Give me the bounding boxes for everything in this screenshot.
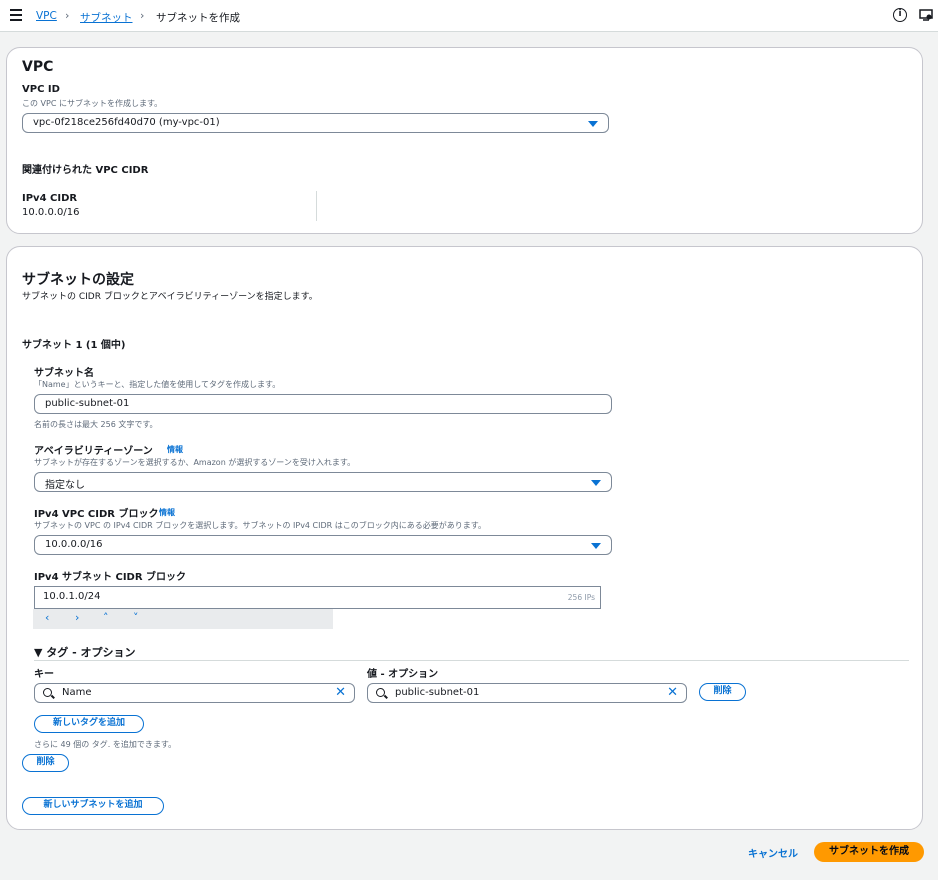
vpc-cidr-block-description: サブネットの VPC の IPv4 CIDR ブロックを選択します。サブネットの… [34,521,486,530]
caret-down-icon [591,543,601,549]
tag-value-value: public-subnet-01 [395,687,480,698]
notifications-icon[interactable] [919,8,933,22]
az-label: アベイラビリティーゾーン [34,446,153,457]
subnet-settings-description: サブネットの CIDR ブロックとアベイラビリティーゾーンを指定します。 [22,292,318,302]
top-navigation: VPC › サブネット › サブネットを作成 i [0,0,938,32]
breadcrumb-current: サブネットを作成 [156,12,240,24]
clear-icon[interactable]: ✕ [335,685,346,700]
remove-tag-button[interactable]: 削除 [699,683,746,701]
caret-down-icon [591,480,601,486]
vpc-id-value: vpc-0f218ce256fd40d70 (my-vpc-01) [33,117,220,128]
search-icon [43,688,52,697]
subnet-cidr-ip-count: 256 IPs [567,593,595,602]
tags-toggle[interactable]: ▼ タグ - オプション [34,644,136,660]
clear-icon[interactable]: ✕ [667,685,678,700]
tag-key-input[interactable]: Name ✕ [34,683,355,703]
az-info-link[interactable]: 情報 [167,444,183,455]
cancel-button[interactable]: キャンセル [748,845,798,860]
vpc-cidr-info-link[interactable]: 情報 [159,507,175,518]
az-select[interactable]: 指定なし [34,472,612,492]
chevron-right-icon: › [140,9,145,22]
column-divider [316,191,317,221]
cidr-stepper-bar: ‹ › ˄ ˅ [33,609,333,629]
breadcrumb-vpc[interactable]: VPC [36,10,57,22]
subnet-1-heading: サブネット 1 (1 個中) [22,340,126,351]
subnet-name-input[interactable]: public-subnet-01 [34,394,612,414]
tag-key-label: キー [34,669,54,680]
search-icon [376,688,385,697]
vpc-panel: VPC VPC ID この VPC にサブネットを作成します。 vpc-0f21… [6,47,923,234]
ipv4-cidr-value: 10.0.0.0/16 [22,207,80,218]
add-tag-button[interactable]: 新しいタグを追加 [34,715,144,733]
subnet-name-description: 「Name」というキーと、指定した値を使用してタグを作成します。 [34,380,281,389]
vpc-cidr-block-label: IPv4 VPC CIDR ブロック [34,509,159,520]
subnet-cidr-label: IPv4 サブネット CIDR ブロック [34,572,187,583]
subnet-settings-panel: サブネットの設定 サブネットの CIDR ブロックとアベイラビリティーゾーンを指… [6,246,923,830]
tag-key-value: Name [62,687,92,698]
add-subnet-button[interactable]: 新しいサブネットを追加 [22,797,164,815]
remove-subnet-button[interactable]: 削除 [22,754,69,772]
tag-value-label: 値 - オプション [367,669,439,680]
caret-down-icon [588,121,598,127]
step-right-icon[interactable]: › [75,611,79,624]
breadcrumb-subnets[interactable]: サブネット [80,10,133,25]
subnet-name-label: サブネット名 [34,368,94,379]
step-up-icon[interactable]: ˄ [103,611,109,624]
vpc-panel-title: VPC [22,59,54,75]
tag-value-input[interactable]: public-subnet-01 ✕ [367,683,687,703]
tag-hint: さらに 49 個の タグ. を追加できます。 [34,740,177,749]
subnet-cidr-value: 10.0.1.0/24 [43,591,101,602]
ipv4-cidr-label: IPv4 CIDR [22,193,78,204]
subnet-cidr-input[interactable]: 10.0.1.0/24 256 IPs [34,586,601,609]
menu-icon[interactable] [10,9,22,21]
tags-divider [34,660,909,661]
step-left-icon[interactable]: ‹ [45,611,49,624]
chevron-right-icon: › [65,9,70,22]
subnet-name-hint: 名前の長さは最大 256 文字です。 [34,420,158,429]
vpc-cidr-block-select[interactable]: 10.0.0.0/16 [34,535,612,555]
vpc-id-select[interactable]: vpc-0f218ce256fd40d70 (my-vpc-01) [22,113,609,133]
info-icon[interactable]: i [893,8,907,22]
subnet-settings-title: サブネットの設定 [22,272,134,288]
vpc-id-description: この VPC にサブネットを作成します。 [22,99,163,108]
step-down-icon[interactable]: ˅ [133,611,139,624]
vpc-cidr-section-label: 関連付けられた VPC CIDR [22,165,149,176]
create-subnet-button[interactable]: サブネットを作成 [814,842,924,862]
az-description: サブネットが存在するゾーンを選択するか、Amazon が選択するゾーンを受け入れ… [34,458,356,467]
vpc-id-label: VPC ID [22,84,60,95]
vpc-cidr-block-value: 10.0.0.0/16 [45,539,103,550]
az-value: 指定なし [45,480,85,491]
